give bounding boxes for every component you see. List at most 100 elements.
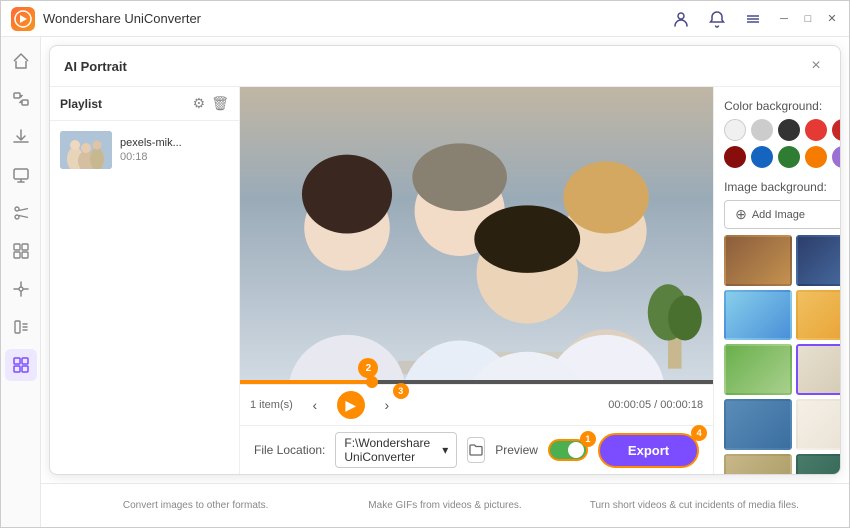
sidebar-item-transfer[interactable] <box>5 311 37 343</box>
image-bg-label: Image background: <box>724 180 840 194</box>
app-window: Wondershare UniConverter ─ □ ✕ <box>0 0 850 528</box>
bottom-bar: File Location: F:\Wondershare UniConvert… <box>240 425 713 474</box>
color-swatch-white[interactable] <box>724 119 746 141</box>
image-bg-section: Image background: ⊕ Add Image <box>724 180 840 474</box>
item-count: 1 item(s) <box>250 399 293 411</box>
playlist-thumbnail <box>60 131 112 169</box>
color-swatch-lightgray[interactable] <box>751 119 773 141</box>
feature-bar: Convert images to other formats. Make GI… <box>41 483 849 527</box>
image-thumb-4[interactable] <box>796 290 840 341</box>
playlist-settings-icon[interactable]: ⚙ <box>193 95 206 112</box>
folder-button[interactable] <box>467 437 485 463</box>
next-step-badge: 3 <box>393 383 409 399</box>
image-thumb-1[interactable] <box>724 235 792 286</box>
color-swatch-blue[interactable] <box>751 146 773 168</box>
color-swatch-darkred[interactable] <box>724 146 746 168</box>
playlist-header: Playlist ⚙ 🗑 <box>50 87 239 121</box>
color-bg-label: Color background: <box>724 99 840 113</box>
menu-icon[interactable] <box>739 5 767 33</box>
app-logo <box>11 7 35 31</box>
progress-fill <box>240 380 372 384</box>
color-swatch-red[interactable] <box>805 119 827 141</box>
video-people-layer <box>240 87 713 380</box>
thumbnail-image <box>60 131 112 169</box>
add-image-button[interactable]: ⊕ Add Image <box>724 200 840 229</box>
sidebar-item-scissors[interactable] <box>5 197 37 229</box>
image-thumb-7[interactable] <box>724 399 792 450</box>
export-step-badge: 4 <box>691 425 707 441</box>
sidebar-item-toolbox[interactable] <box>5 349 37 381</box>
controls-bar: 1 item(s) ‹ ▶ › 3 00:00:05 / 00:00:18 <box>240 384 713 425</box>
export-button-wrapper: Export 4 <box>598 433 699 468</box>
dialog-close-button[interactable]: × <box>806 56 826 76</box>
color-swatch-black[interactable] <box>778 119 800 141</box>
file-location-label: File Location: <box>254 443 325 457</box>
app-title: Wondershare UniConverter <box>43 11 667 26</box>
playlist-item[interactable]: pexels-mik... 00:18 <box>56 127 233 173</box>
playlist-items: pexels-mik... 00:18 <box>50 121 239 474</box>
maximize-button[interactable]: □ <box>801 12 815 26</box>
playlist-header-icons: ⚙ 🗑 <box>193 95 229 112</box>
video-area: 2 1 item(s) ‹ ▶ › 3 00:00:0 <box>240 87 713 474</box>
export-area: Export 4 <box>598 433 699 468</box>
color-bg-section: Color background: <box>724 99 840 168</box>
color-swatch-deepred[interactable] <box>832 119 840 141</box>
minimize-button[interactable]: ─ <box>777 12 791 26</box>
dialog-title: AI Portrait <box>64 59 806 74</box>
image-thumb-9[interactable] <box>724 454 792 475</box>
playlist-item-name: pexels-mik... <box>120 137 229 149</box>
preview-toggle-container: 1 <box>548 439 588 461</box>
sidebar-item-merge[interactable] <box>5 235 37 267</box>
right-panel: Color background: <box>713 87 840 474</box>
ai-portrait-dialog: AI Portrait × Playlist ⚙ 🗑 <box>49 45 841 475</box>
next-button[interactable]: › 3 <box>373 391 401 419</box>
sidebar-item-download[interactable] <box>5 121 37 153</box>
feature-item-2: Make GIFs from videos & pictures. <box>320 499 569 512</box>
preview-label: Preview <box>495 443 538 457</box>
title-bar-icons: ─ □ ✕ <box>667 5 839 33</box>
image-thumb-8[interactable] <box>796 399 840 450</box>
sidebar-item-screen[interactable] <box>5 159 37 191</box>
feature-item-3: Turn short videos & cut incidents of med… <box>570 499 819 512</box>
image-thumb-5[interactable] <box>724 344 792 395</box>
image-thumb-2[interactable] <box>796 235 840 286</box>
play-button[interactable]: ▶ <box>337 391 365 419</box>
color-grid <box>724 119 840 168</box>
image-thumb-6[interactable] <box>796 344 840 395</box>
main-layout: AI Portrait × Playlist ⚙ 🗑 <box>1 37 849 527</box>
feature-item-1: Convert images to other formats. <box>71 499 320 512</box>
sidebar <box>1 37 41 527</box>
playlist-title: Playlist <box>60 97 193 111</box>
add-icon: ⊕ <box>735 206 747 223</box>
color-swatch-green[interactable] <box>778 146 800 168</box>
video-preview <box>240 87 713 380</box>
time-display: 00:00:05 / 00:00:18 <box>608 399 703 411</box>
playlist-delete-icon[interactable]: 🗑 <box>211 95 229 112</box>
color-swatch-orange[interactable] <box>805 146 827 168</box>
playlist-item-duration: 00:18 <box>120 151 229 163</box>
image-thumbnail-grid <box>724 235 840 474</box>
image-thumb-3[interactable] <box>724 290 792 341</box>
add-image-label: Add Image <box>752 209 805 221</box>
prev-button[interactable]: ‹ <box>301 391 329 419</box>
close-button[interactable]: ✕ <box>825 12 839 26</box>
dialog-header: AI Portrait × <box>50 46 840 87</box>
sidebar-item-convert[interactable] <box>5 83 37 115</box>
file-location-select[interactable]: F:\Wondershare UniConverter ▾ <box>335 432 457 468</box>
notification-icon[interactable] <box>703 5 731 33</box>
dropdown-chevron-icon: ▾ <box>442 443 448 457</box>
preview-step-badge: 1 <box>580 431 596 447</box>
color-swatch-purple[interactable] <box>832 146 840 168</box>
dialog-body: Playlist ⚙ 🗑 <box>50 87 840 474</box>
user-icon[interactable] <box>667 5 695 33</box>
image-thumb-10[interactable] <box>796 454 840 475</box>
sidebar-item-home[interactable] <box>5 45 37 77</box>
playlist-panel: Playlist ⚙ 🗑 <box>50 87 240 474</box>
file-location-path: F:\Wondershare UniConverter <box>344 436 438 464</box>
export-button[interactable]: Export <box>598 433 699 468</box>
playlist-item-info: pexels-mik... 00:18 <box>120 137 229 163</box>
sidebar-item-compress[interactable] <box>5 273 37 305</box>
progress-bar[interactable]: 2 <box>240 380 713 384</box>
title-bar: Wondershare UniConverter ─ □ ✕ <box>1 1 849 37</box>
content-area: AI Portrait × Playlist ⚙ 🗑 <box>41 37 849 527</box>
